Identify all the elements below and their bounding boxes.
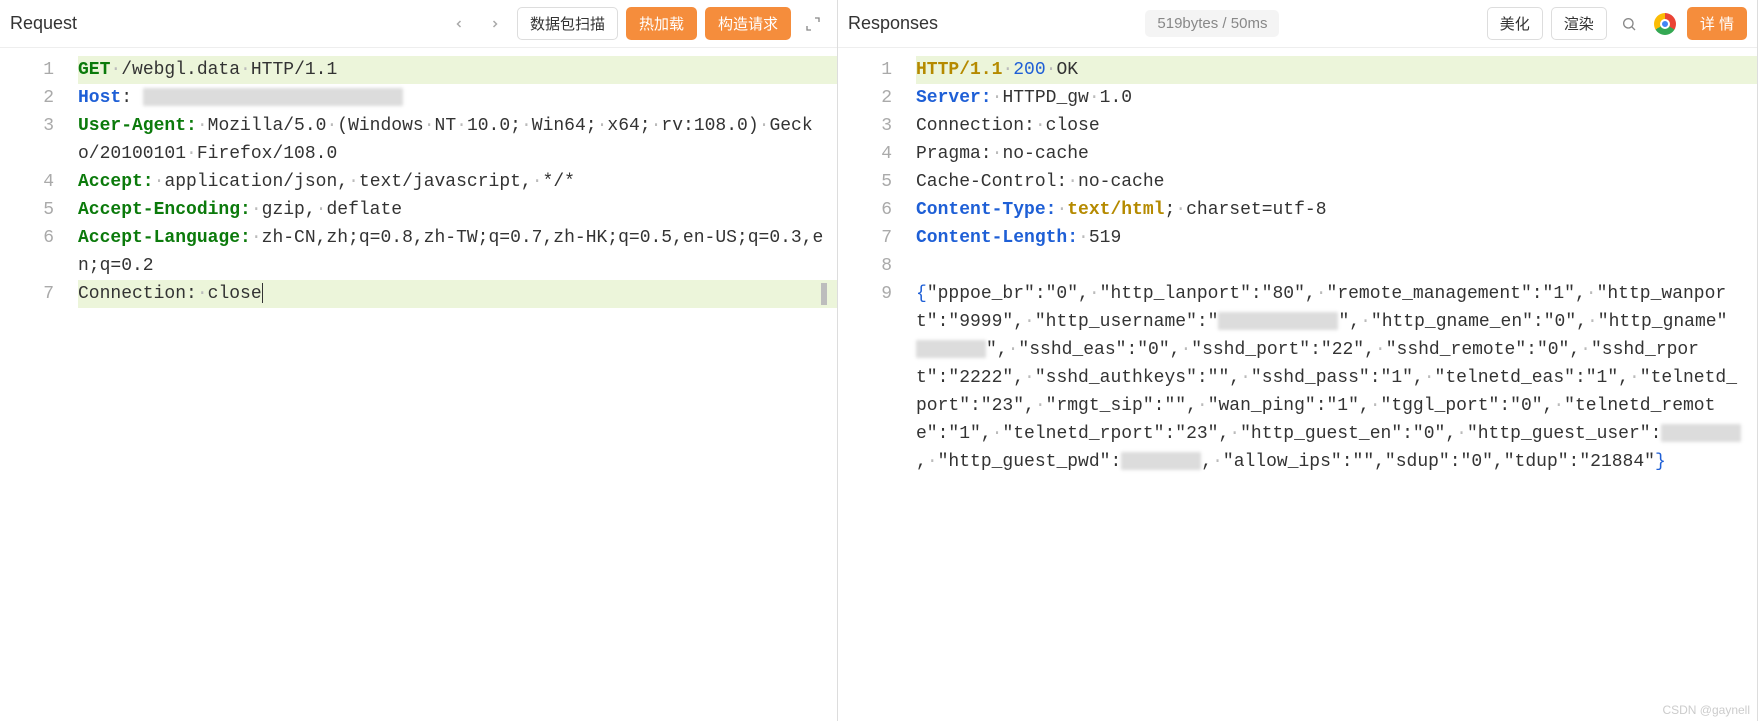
code-line[interactable]: Content-Length:·519 (916, 224, 1757, 252)
chrome-icon[interactable] (1651, 10, 1679, 38)
render-button[interactable]: 渲染 (1551, 7, 1607, 40)
code-line[interactable]: Accept-Language:·zh-CN,zh;q=0.8,zh-TW;q=… (78, 224, 837, 280)
code-line[interactable]: Connection:·close (916, 112, 1757, 140)
response-editor[interactable]: 123456789 HTTP/1.1·200·OKServer:·HTTPD_g… (838, 48, 1757, 721)
request-title: Request (10, 13, 77, 34)
code-line[interactable]: Host: (78, 84, 837, 112)
censored-text (1661, 424, 1741, 442)
response-status: 519bytes / 50ms (1145, 10, 1279, 37)
hotload-button[interactable]: 热加载 (626, 7, 697, 40)
build-request-button[interactable]: 构造请求 (705, 7, 791, 40)
request-toolbar: Request 数据包扫描 热加载 构造请求 (0, 0, 837, 48)
code-line[interactable]: {"pppoe_br":"0",·"http_lanport":"80",·"r… (916, 280, 1757, 476)
watermark: CSDN @gaynell (1662, 703, 1750, 717)
code-line[interactable]: Accept-Encoding:·gzip,·deflate (78, 196, 837, 224)
expand-icon[interactable] (799, 10, 827, 38)
detail-button[interactable]: 详 情 (1687, 7, 1747, 40)
response-panel: Responses 519bytes / 50ms 美化 渲染 详 情 1234… (838, 0, 1758, 721)
code-line[interactable] (916, 252, 1757, 280)
request-editor[interactable]: 1234567 GET·/webgl.data·HTTP/1.1Host: Us… (0, 48, 837, 721)
censored-text (1121, 452, 1201, 470)
response-title: Responses (848, 13, 938, 34)
code-line[interactable]: Content-Type:·text/html;·charset=utf-8 (916, 196, 1757, 224)
code-line[interactable]: User-Agent:·Mozilla/5.0·(Windows·NT·10.0… (78, 112, 837, 168)
censored-text (143, 88, 403, 106)
response-code[interactable]: HTTP/1.1·200·OKServer:·HTTPD_gw·1.0Conne… (906, 48, 1757, 721)
code-line[interactable]: Server:·HTTPD_gw·1.0 (916, 84, 1757, 112)
response-toolbar: Responses 519bytes / 50ms 美化 渲染 详 情 (838, 0, 1757, 48)
request-panel: Request 数据包扫描 热加载 构造请求 1234567 GET·/webg… (0, 0, 838, 721)
request-gutter: 1234567 (0, 48, 68, 721)
code-line[interactable]: Cache-Control:·no-cache (916, 168, 1757, 196)
response-gutter: 123456789 (838, 48, 906, 721)
code-line[interactable]: Pragma:·no-cache (916, 140, 1757, 168)
censored-text (1218, 312, 1338, 330)
prev-arrow[interactable] (445, 10, 473, 38)
search-icon[interactable] (1615, 10, 1643, 38)
code-line[interactable]: Accept:·application/json,·text/javascrip… (78, 168, 837, 196)
code-line[interactable]: Connection:·close (78, 280, 837, 308)
scan-button[interactable]: 数据包扫描 (517, 7, 618, 40)
code-line[interactable]: GET·/webgl.data·HTTP/1.1 (78, 56, 837, 84)
beautify-button[interactable]: 美化 (1487, 7, 1543, 40)
next-arrow[interactable] (481, 10, 509, 38)
request-code[interactable]: GET·/webgl.data·HTTP/1.1Host: User-Agent… (68, 48, 837, 721)
code-line[interactable]: HTTP/1.1·200·OK (916, 56, 1757, 84)
censored-text (916, 340, 986, 358)
